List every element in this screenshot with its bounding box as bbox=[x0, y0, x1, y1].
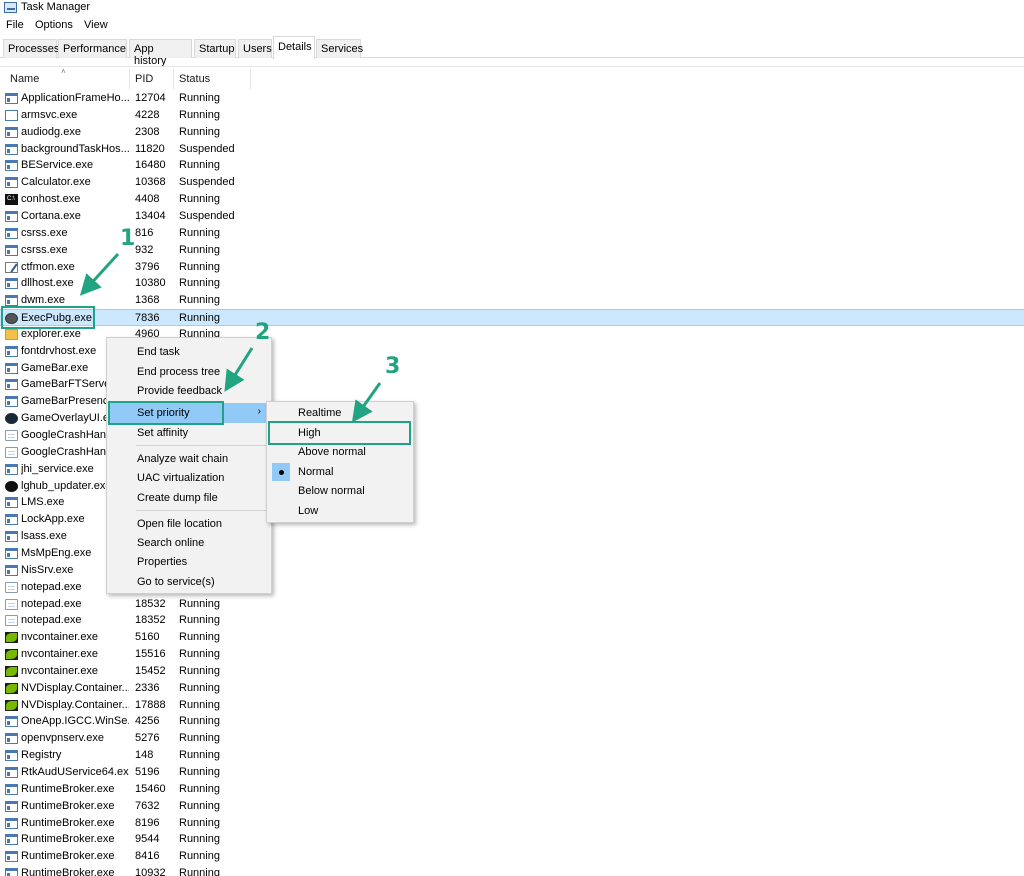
task-manager-window: Task Manager File Options View Processes… bbox=[0, 0, 1024, 876]
annotation-arrows bbox=[79, 252, 382, 423]
annotation-arrow-2 bbox=[224, 347, 254, 392]
annotation-arrow-3 bbox=[351, 382, 382, 423]
annotation-arrow-1 bbox=[79, 252, 120, 296]
